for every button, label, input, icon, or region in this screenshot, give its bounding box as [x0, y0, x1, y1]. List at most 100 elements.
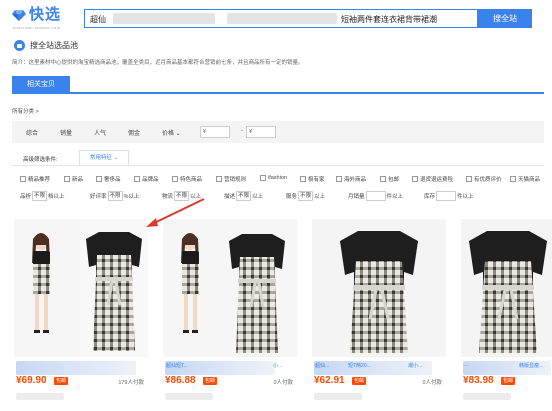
- logo[interactable]: 快选: [12, 6, 61, 24]
- product-price: ¥62.91: [314, 375, 345, 386]
- price-min-input[interactable]: ¥: [200, 126, 230, 138]
- sort-bar: 综合 销量 人气 佣金 价格 ⌄ ¥ - ¥: [12, 121, 544, 143]
- checkbox-icon: [216, 176, 222, 182]
- checkbox-return-insurance[interactable]: 退货退运费险: [412, 175, 453, 183]
- checkbox-icon: [96, 176, 102, 182]
- search-value-end: 短袖两件套连衣裙背带裙潮: [341, 15, 437, 24]
- product-image[interactable]: [312, 219, 446, 357]
- checkbox-featured[interactable]: 特色商品: [172, 175, 202, 183]
- price-max-input[interactable]: ¥: [246, 126, 276, 138]
- checkbox-luxury[interactable]: 奢侈品: [96, 175, 121, 183]
- tab-related-items[interactable]: 相关宝贝: [12, 76, 70, 94]
- sort-sales[interactable]: 销量: [60, 128, 72, 137]
- range-input[interactable]: 不限: [32, 191, 48, 201]
- checkbox-brand[interactable]: 品牌品: [134, 175, 159, 183]
- checkbox-premium[interactable]: 精品推荐: [20, 175, 50, 183]
- sort-popularity[interactable]: 人气: [94, 128, 106, 137]
- advanced-filter-label: 高级筛选条件:: [23, 157, 58, 163]
- search-button[interactable]: 搜全站: [478, 9, 532, 28]
- checkbox-free-shipping[interactable]: 包邮: [380, 175, 399, 183]
- sort-price[interactable]: 价格 ⌄: [162, 128, 181, 137]
- product-card[interactable]: 超仙短T... 小... ¥86.88 包邮 0人付款: [163, 219, 297, 411]
- common-features-dropdown[interactable]: 常用特征 ⌄: [79, 150, 129, 165]
- free-shipping-badge: 包邮: [203, 377, 218, 385]
- bag-icon: [14, 40, 25, 51]
- tab-bar: 相关宝贝: [12, 76, 544, 94]
- dress-photo-icon: [461, 219, 552, 357]
- checkbox-icon: [412, 176, 418, 182]
- logo-text: 快选: [29, 6, 62, 23]
- checkbox-ifashion[interactable]: ifashion: [260, 175, 287, 181]
- checkbox-icon: [336, 176, 342, 182]
- checkbox-icon: [172, 176, 178, 182]
- checkbox-icon: [380, 176, 386, 182]
- pool-title: 搜全站选品池: [30, 41, 78, 50]
- product-image[interactable]: [14, 219, 148, 357]
- checkbox-icon: [134, 176, 140, 182]
- dress-photo-icon: [163, 219, 297, 357]
- dress-photo-icon: [312, 219, 446, 357]
- product-title[interactable]: 超仙...: [315, 362, 329, 369]
- blurred-text: [227, 13, 337, 24]
- product-card[interactable]: 超仙... 短T两20... 潮小... ¥62.91 包邮 0人付款: [312, 219, 446, 411]
- product-price: ¥86.88: [165, 375, 196, 386]
- diamond-logo-icon: [12, 10, 26, 21]
- checkbox-tmall[interactable]: 天猫商品: [510, 175, 540, 183]
- price-separator: -: [241, 128, 243, 134]
- range-filter: 月销量 件以上: [348, 191, 403, 201]
- range-filters: 品析 不限 档以上 好评率 不限 %以上 物流 不限 以上 描述 不限 以上 服务 不限 以上 月销…: [14, 191, 544, 203]
- dress-photo-icon: [14, 219, 148, 357]
- range-input[interactable]: [436, 191, 457, 201]
- free-shipping-badge: 包邮: [501, 377, 516, 385]
- free-shipping-badge: 包邮: [54, 377, 69, 385]
- logo-subtitle: kuaixuan.taobao.com: [13, 25, 61, 30]
- sales-count: 0人付款: [273, 380, 293, 386]
- checkbox-marketing[interactable]: 营销规则: [216, 175, 246, 183]
- range-filter: 服务 不限 以上: [286, 191, 326, 201]
- range-filter: 品析 不限 档以上: [20, 191, 65, 201]
- product-card[interactable]: ... 韩版显瘦... ¥83.98 包邮: [461, 219, 552, 411]
- checkbox-jiyoujia[interactable]: 极有家: [300, 175, 325, 183]
- range-filter: 物流 不限 以上: [162, 191, 202, 201]
- product-title[interactable]: ...: [464, 362, 468, 368]
- range-input[interactable]: 不限: [236, 191, 252, 201]
- pool-header: 搜全站选品池: [14, 40, 78, 51]
- range-input[interactable]: 不限: [174, 191, 190, 201]
- category-breadcrumb[interactable]: 所有分类 >: [12, 107, 39, 115]
- blurred-text: [16, 393, 64, 400]
- product-image[interactable]: [163, 219, 297, 357]
- product-title-end: 韩版显瘦...: [519, 363, 544, 369]
- search-input[interactable]: 超仙 短袖两件套连衣裙背带裙潮: [84, 9, 478, 28]
- range-filter: 库存 件以上: [424, 191, 474, 201]
- product-title-end: 小...: [273, 363, 283, 369]
- checkbox-new[interactable]: 新品: [64, 175, 83, 183]
- feature-checkboxes: 精品推荐 新品 奢侈品 品牌品 特色商品 营销规则 ifashion 极有家 海…: [14, 175, 544, 185]
- product-title-end: 潮小...: [408, 363, 423, 369]
- sort-commission[interactable]: 佣金: [128, 128, 140, 137]
- blurred-text: [165, 393, 213, 400]
- blurred-text: [314, 393, 362, 400]
- checkbox-icon: [64, 176, 70, 182]
- range-filter: 好评率 不限 %以上: [90, 191, 140, 201]
- blurred-text: [463, 393, 511, 400]
- checkbox-icon: [20, 176, 26, 182]
- range-input[interactable]: 不限: [298, 191, 314, 201]
- range-input[interactable]: [365, 191, 386, 201]
- checkbox-good-reviews[interactable]: 有优质评价: [466, 175, 502, 183]
- blurred-text: [113, 13, 215, 24]
- product-price: ¥69.90: [16, 375, 47, 386]
- product-image[interactable]: [461, 219, 552, 357]
- checkbox-icon: [466, 176, 472, 182]
- product-title[interactable]: 超仙短T...: [166, 362, 188, 369]
- product-card[interactable]: ¥69.90 包邮 179人付款: [14, 219, 148, 411]
- checkbox-overseas[interactable]: 海外商品: [336, 175, 366, 183]
- checkbox-icon: [300, 176, 306, 182]
- range-filter: 描述 不限 以上: [224, 191, 264, 201]
- search-value-start: 超仙: [90, 15, 106, 24]
- product-price: ¥83.98: [463, 375, 494, 386]
- pool-intro: 简介：这里素材中心提供的淘宝精选商品池，覆盖全类目，近月商品基本都符合营销前七条…: [12, 60, 304, 66]
- sort-composite[interactable]: 综合: [26, 128, 38, 137]
- checkbox-icon: [260, 175, 266, 181]
- free-shipping-badge: 包邮: [352, 377, 367, 385]
- range-input[interactable]: 不限: [107, 191, 123, 201]
